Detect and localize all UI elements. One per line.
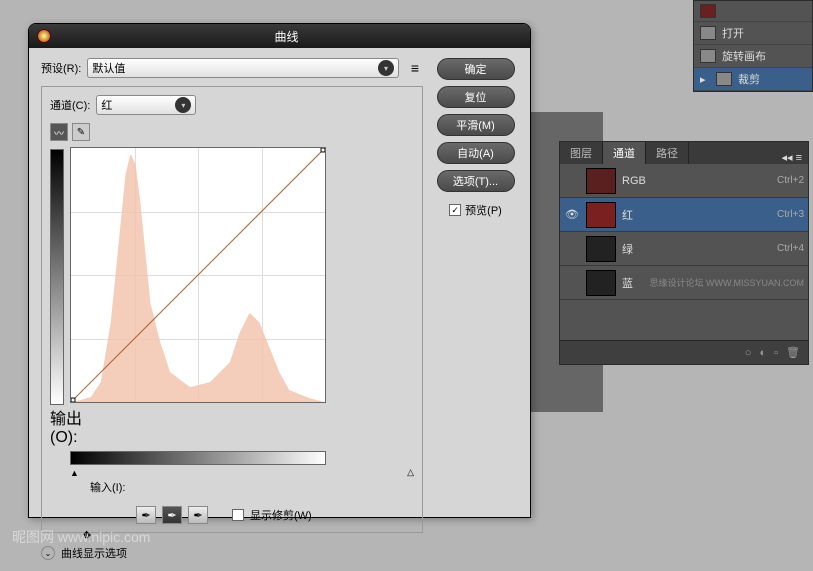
load-selection-icon[interactable]: ○: [745, 347, 752, 359]
history-panel: 打开 旋转画布 ▸ 裁剪: [693, 0, 813, 92]
channel-row-rgb[interactable]: RGB Ctrl+2: [560, 164, 808, 198]
channel-shortcut: Ctrl+3: [777, 209, 804, 220]
input-gradient: [70, 451, 326, 465]
channel-value: 红: [101, 97, 175, 113]
dialog-titlebar[interactable]: 曲线: [29, 24, 530, 48]
channel-thumb: [586, 202, 616, 228]
save-selection-icon[interactable]: ◐: [759, 347, 766, 359]
visibility-icon[interactable]: 👁: [564, 208, 580, 221]
tab-paths[interactable]: 路径: [646, 142, 689, 164]
pencil-tool-icon[interactable]: ✎: [72, 123, 90, 141]
tab-channels[interactable]: 通道: [603, 142, 646, 164]
chevron-down-icon: ▾: [175, 97, 191, 113]
channel-shortcut: Ctrl+4: [777, 243, 804, 254]
channel-thumb: [586, 270, 616, 296]
input-label: 输入(I):: [90, 482, 125, 494]
preset-value: 默认值: [92, 60, 378, 76]
channel-section: 通道(C): 红 ▾ 〰 ✎: [41, 86, 423, 533]
pointer-icon: ▸: [700, 73, 710, 86]
reset-button[interactable]: 复位: [437, 86, 515, 108]
show-clipping-label: 显示修剪(W): [250, 507, 312, 523]
panel-tabs: 图层 通道 路径 ◂◂ ≡: [560, 142, 808, 164]
preset-dropdown[interactable]: 默认值 ▾: [87, 58, 399, 78]
channel-name: RGB: [622, 175, 771, 187]
close-icon[interactable]: [37, 29, 51, 43]
history-item-open[interactable]: 打开: [694, 22, 812, 45]
dialog-title: 曲线: [51, 28, 522, 45]
histogram: [71, 148, 325, 402]
white-eyedropper-icon[interactable]: ✒: [188, 506, 208, 524]
tab-layers[interactable]: 图层: [560, 142, 603, 164]
thumbnail-icon: [700, 4, 716, 18]
black-eyedropper-icon[interactable]: ✒: [136, 506, 156, 524]
channel-label: 通道(C):: [50, 97, 90, 113]
rotate-icon: [700, 49, 716, 63]
channel-row-blue[interactable]: 蓝 思缘设计论坛 WWW.MISSYUAN.COM: [560, 266, 808, 300]
channel-thumb: [586, 236, 616, 262]
chevron-down-icon: ▾: [378, 60, 394, 76]
channel-row-red[interactable]: 👁 红 Ctrl+3: [560, 198, 808, 232]
channel-name: 绿: [622, 241, 771, 257]
gray-eyedropper-icon[interactable]: ✒: [162, 506, 182, 524]
curve-graph[interactable]: [50, 147, 414, 405]
delete-icon[interactable]: 🗑: [786, 346, 800, 359]
preset-menu-icon[interactable]: ≡: [407, 60, 423, 76]
ok-button[interactable]: 确定: [437, 58, 515, 80]
output-label: 输出(O):: [50, 405, 100, 447]
channel-name: 蓝: [622, 275, 636, 291]
show-clipping-checkbox[interactable]: [232, 509, 244, 521]
curve-tool-icon[interactable]: 〰: [50, 123, 68, 141]
channels-footer: ○ ◐ ▫ 🗑: [560, 340, 808, 364]
channel-shortcut: Ctrl+2: [777, 175, 804, 186]
history-item[interactable]: [694, 1, 812, 22]
output-gradient: [50, 149, 64, 405]
preset-label: 预设(R):: [41, 60, 81, 76]
crop-icon: [716, 72, 732, 86]
channels-panel: 图层 通道 路径 ◂◂ ≡ RGB Ctrl+2 👁 红 Ctrl+3 绿 Ct…: [559, 141, 809, 365]
preview-label: 预览(P): [465, 202, 502, 218]
smooth-button[interactable]: 平滑(M): [437, 114, 515, 136]
watermark-text: 思缘设计论坛 WWW.MISSYUAN.COM: [650, 276, 805, 289]
channel-name: 红: [622, 207, 771, 223]
channel-thumb: [586, 168, 616, 194]
preview-checkbox[interactable]: ✓: [449, 204, 461, 216]
history-label: 裁剪: [738, 71, 760, 87]
open-icon: [700, 26, 716, 40]
new-channel-icon[interactable]: ▫: [774, 347, 778, 359]
curve-canvas[interactable]: [70, 147, 326, 403]
history-item-crop[interactable]: ▸ 裁剪: [694, 68, 812, 91]
channel-row-green[interactable]: 绿 Ctrl+4: [560, 232, 808, 266]
auto-button[interactable]: 自动(A): [437, 142, 515, 164]
history-label: 打开: [722, 25, 744, 41]
curves-dialog: 曲线 预设(R): 默认值 ▾ ≡ 通道(C): 红 ▾: [28, 23, 531, 518]
history-item-rotate[interactable]: 旋转画布: [694, 45, 812, 68]
options-button[interactable]: 选项(T)...: [437, 170, 515, 192]
history-label: 旋转画布: [722, 48, 766, 64]
expand-icon[interactable]: ⌄: [41, 546, 55, 560]
watermark: 昵图网 www.nipic.com: [12, 527, 150, 547]
channel-dropdown[interactable]: 红 ▾: [96, 95, 196, 115]
panel-menu-icon[interactable]: ◂◂ ≡: [775, 151, 808, 164]
